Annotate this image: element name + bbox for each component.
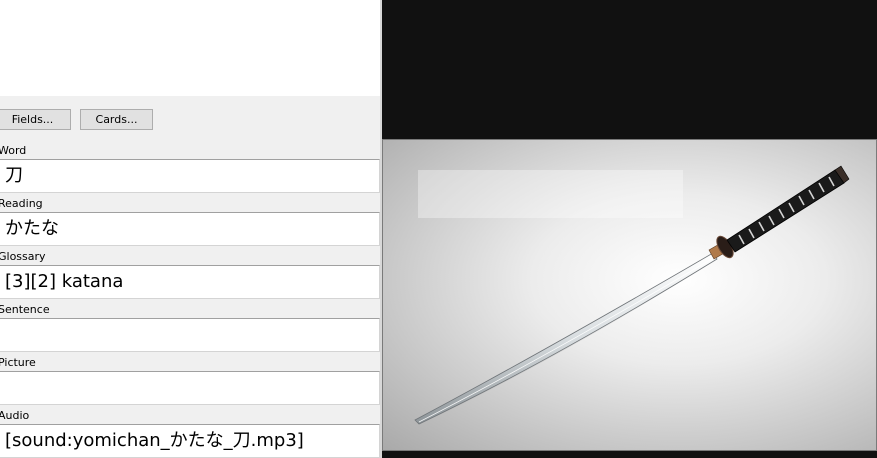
handle-shape <box>726 169 845 253</box>
note-editor-pane: Fields... Cards... Word 刀 Reading かたな Gl… <box>0 0 381 458</box>
preview-bottom-strip <box>382 451 877 458</box>
field-label-reading: Reading <box>0 197 43 210</box>
field-label-audio: Audio <box>0 409 30 422</box>
card-editor-window: Fields... Cards... Word 刀 Reading かたな Gl… <box>0 0 877 458</box>
fields-button[interactable]: Fields... <box>0 109 71 130</box>
field-label-glossary: Glossary <box>0 250 46 263</box>
katana-illustration <box>414 165 850 425</box>
card-preview-pane <box>382 0 877 458</box>
katana-image <box>382 139 877 451</box>
field-input-reading[interactable]: かたな <box>0 212 380 246</box>
cards-button[interactable]: Cards... <box>80 109 153 130</box>
field-input-audio[interactable]: [sound:yomichan_かたな_刀.mp3] <box>0 424 380 458</box>
field-label-picture: Picture <box>0 356 36 369</box>
field-label-word: Word <box>0 144 27 157</box>
field-label-sentence: Sentence <box>0 303 50 316</box>
editor-top-area <box>0 0 381 96</box>
field-input-word[interactable]: 刀 <box>0 159 380 193</box>
field-input-glossary[interactable]: [3][2] katana <box>0 265 380 299</box>
blade-shape <box>414 252 718 425</box>
field-input-picture[interactable] <box>0 371 380 405</box>
field-input-sentence[interactable] <box>0 318 380 352</box>
